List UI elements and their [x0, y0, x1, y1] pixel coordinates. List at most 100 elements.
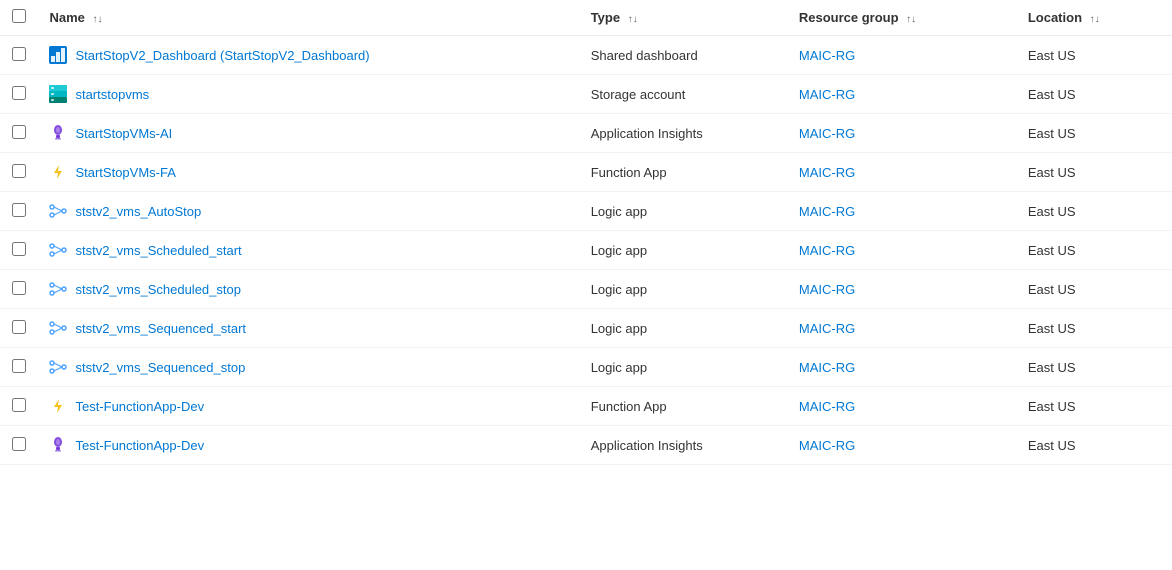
- logic-app-icon: [49, 202, 67, 220]
- resource-name-link[interactable]: ststv2_vms_AutoStop: [75, 204, 201, 219]
- row-resource-group-cell: MAIC-RG: [787, 114, 1016, 153]
- resource-name-link[interactable]: Test-FunctionApp-Dev: [75, 438, 204, 453]
- resource-name-link[interactable]: StartStopVMs-AI: [75, 126, 172, 141]
- row-name-cell: ststv2_vms_Scheduled_start: [37, 231, 578, 270]
- row-name-cell: StartStopVMs-AI: [37, 114, 578, 153]
- column-name-label: Name: [49, 10, 84, 25]
- select-all-checkbox[interactable]: [12, 9, 26, 23]
- row-checkbox[interactable]: [12, 164, 26, 178]
- row-checkbox-cell[interactable]: [0, 231, 37, 270]
- row-checkbox-cell[interactable]: [0, 426, 37, 465]
- logic-app-icon: [49, 358, 67, 376]
- row-checkbox[interactable]: [12, 242, 26, 256]
- storage-icon: [49, 85, 67, 103]
- rg-sort-icon[interactable]: ↑↓: [906, 14, 916, 25]
- resource-group-link[interactable]: MAIC-RG: [799, 282, 855, 297]
- row-checkbox-cell[interactable]: [0, 75, 37, 114]
- table-row: ststv2_vms_Scheduled_start Logic app MAI…: [0, 231, 1172, 270]
- row-resource-group-cell: MAIC-RG: [787, 270, 1016, 309]
- row-checkbox[interactable]: [12, 203, 26, 217]
- resource-group-link[interactable]: MAIC-RG: [799, 321, 855, 336]
- resource-group-link[interactable]: MAIC-RG: [799, 438, 855, 453]
- row-resource-group-cell: MAIC-RG: [787, 75, 1016, 114]
- table-row: ststv2_vms_AutoStop Logic app MAIC-RG Ea…: [0, 192, 1172, 231]
- resource-group-link[interactable]: MAIC-RG: [799, 48, 855, 63]
- row-name-cell: startstopvms: [37, 75, 578, 114]
- resource-name-link[interactable]: ststv2_vms_Sequenced_start: [75, 321, 246, 336]
- row-checkbox[interactable]: [12, 359, 26, 373]
- row-checkbox[interactable]: [12, 47, 26, 61]
- resource-name-link[interactable]: StartStopVMs-FA: [75, 165, 175, 180]
- resource-group-link[interactable]: MAIC-RG: [799, 165, 855, 180]
- row-checkbox-cell[interactable]: [0, 348, 37, 387]
- name-sort-icon[interactable]: ↑↓: [93, 14, 103, 25]
- resource-name-link[interactable]: startstopvms: [75, 87, 149, 102]
- insights-icon: [49, 124, 67, 142]
- row-checkbox-cell[interactable]: [0, 36, 37, 75]
- row-checkbox[interactable]: [12, 398, 26, 412]
- resource-group-link[interactable]: MAIC-RG: [799, 243, 855, 258]
- row-resource-group-cell: MAIC-RG: [787, 348, 1016, 387]
- table-header-row: Name ↑↓ Type ↑↓ Resource group ↑↓ Locati…: [0, 0, 1172, 36]
- resource-name-link[interactable]: ststv2_vms_Scheduled_stop: [75, 282, 240, 297]
- row-checkbox-cell[interactable]: [0, 192, 37, 231]
- row-type-cell: Application Insights: [579, 114, 787, 153]
- row-checkbox[interactable]: [12, 320, 26, 334]
- row-type-cell: Shared dashboard: [579, 36, 787, 75]
- row-type-cell: Logic app: [579, 309, 787, 348]
- row-checkbox[interactable]: [12, 125, 26, 139]
- name-cell-wrapper: ststv2_vms_Sequenced_stop: [49, 358, 566, 376]
- resources-table-container: Name ↑↓ Type ↑↓ Resource group ↑↓ Locati…: [0, 0, 1172, 570]
- resources-table: Name ↑↓ Type ↑↓ Resource group ↑↓ Locati…: [0, 0, 1172, 465]
- resource-group-link[interactable]: MAIC-RG: [799, 126, 855, 141]
- resource-name-link[interactable]: Test-FunctionApp-Dev: [75, 399, 204, 414]
- column-header-resource-group[interactable]: Resource group ↑↓: [787, 0, 1016, 36]
- name-cell-wrapper: StartStopVMs-AI: [49, 124, 566, 142]
- row-location-cell: East US: [1016, 348, 1172, 387]
- row-name-cell: ststv2_vms_Scheduled_stop: [37, 270, 578, 309]
- row-name-cell: Test-FunctionApp-Dev: [37, 426, 578, 465]
- row-checkbox-cell[interactable]: [0, 387, 37, 426]
- row-resource-group-cell: MAIC-RG: [787, 309, 1016, 348]
- name-cell-wrapper: ststv2_vms_Sequenced_start: [49, 319, 566, 337]
- logic-app-icon: [49, 280, 67, 298]
- table-row: Test-FunctionApp-Dev Function App MAIC-R…: [0, 387, 1172, 426]
- row-name-cell: ststv2_vms_AutoStop: [37, 192, 578, 231]
- resource-name-link[interactable]: ststv2_vms_Sequenced_stop: [75, 360, 245, 375]
- row-resource-group-cell: MAIC-RG: [787, 192, 1016, 231]
- type-sort-icon[interactable]: ↑↓: [628, 14, 638, 25]
- name-cell-wrapper: StartStopV2_Dashboard (StartStopV2_Dashb…: [49, 46, 566, 64]
- row-type-cell: Function App: [579, 387, 787, 426]
- row-checkbox-cell[interactable]: [0, 153, 37, 192]
- column-location-label: Location: [1028, 10, 1082, 25]
- column-header-type[interactable]: Type ↑↓: [579, 0, 787, 36]
- row-location-cell: East US: [1016, 270, 1172, 309]
- resource-group-link[interactable]: MAIC-RG: [799, 399, 855, 414]
- row-location-cell: East US: [1016, 309, 1172, 348]
- row-checkbox[interactable]: [12, 86, 26, 100]
- table-row: StartStopVMs-AI Application Insights MAI…: [0, 114, 1172, 153]
- row-checkbox-cell[interactable]: [0, 309, 37, 348]
- resource-group-link[interactable]: MAIC-RG: [799, 204, 855, 219]
- resource-name-link[interactable]: StartStopV2_Dashboard (StartStopV2_Dashb…: [75, 48, 369, 63]
- location-sort-icon[interactable]: ↑↓: [1090, 14, 1100, 25]
- column-header-location[interactable]: Location ↑↓: [1016, 0, 1172, 36]
- resource-group-link[interactable]: MAIC-RG: [799, 360, 855, 375]
- row-checkbox-cell[interactable]: [0, 114, 37, 153]
- row-resource-group-cell: MAIC-RG: [787, 426, 1016, 465]
- select-all-header[interactable]: [0, 0, 37, 36]
- resource-name-link[interactable]: ststv2_vms_Scheduled_start: [75, 243, 241, 258]
- column-rg-label: Resource group: [799, 10, 899, 25]
- function-icon: [49, 163, 67, 181]
- row-type-cell: Logic app: [579, 231, 787, 270]
- row-checkbox[interactable]: [12, 281, 26, 295]
- column-header-name[interactable]: Name ↑↓: [37, 0, 578, 36]
- row-type-cell: Storage account: [579, 75, 787, 114]
- row-checkbox-cell[interactable]: [0, 270, 37, 309]
- row-checkbox[interactable]: [12, 437, 26, 451]
- resource-group-link[interactable]: MAIC-RG: [799, 87, 855, 102]
- name-cell-wrapper: ststv2_vms_AutoStop: [49, 202, 566, 220]
- name-cell-wrapper: StartStopVMs-FA: [49, 163, 566, 181]
- column-type-label: Type: [591, 10, 620, 25]
- row-location-cell: East US: [1016, 75, 1172, 114]
